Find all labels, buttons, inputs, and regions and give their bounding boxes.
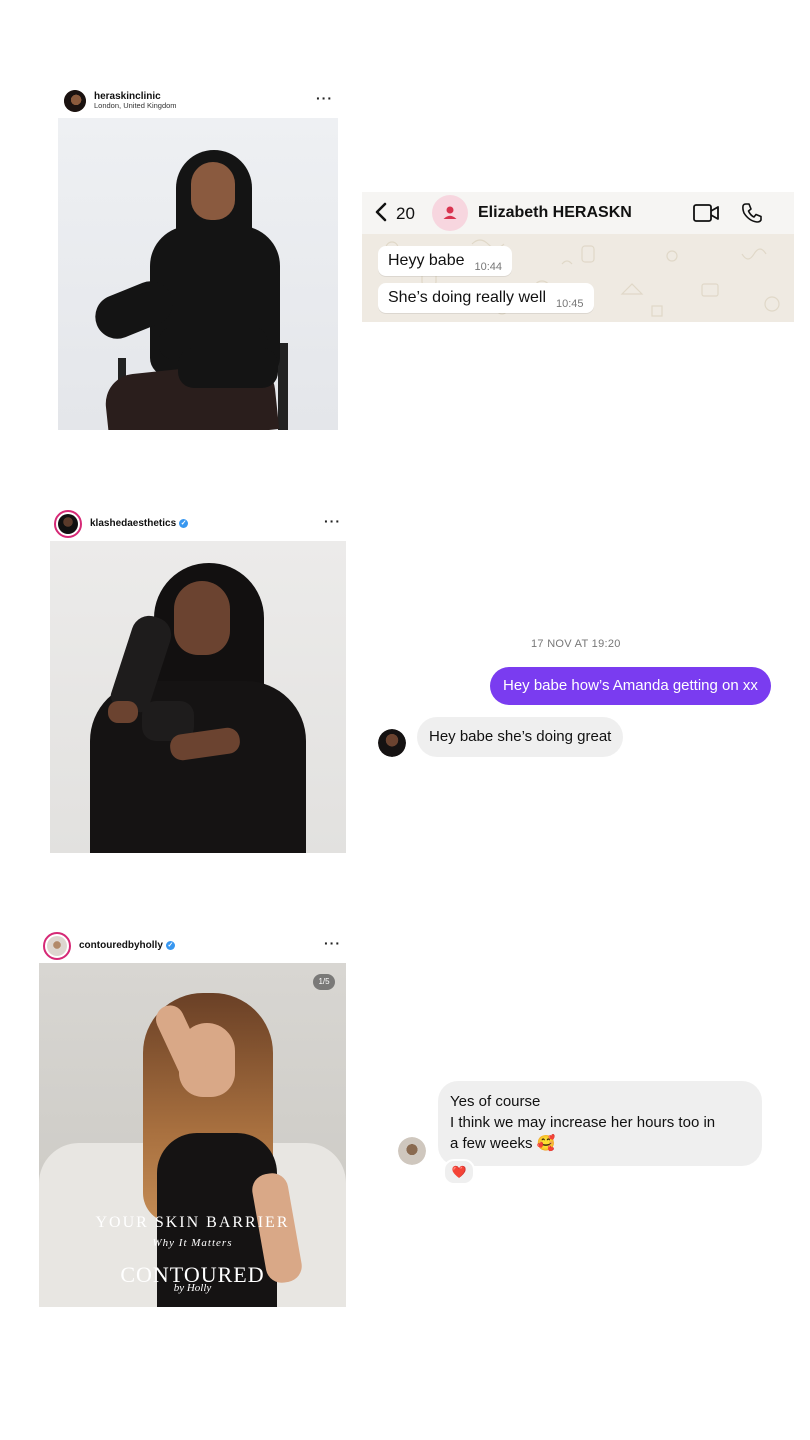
post2-handle-row: klashedaesthetics ✓ <box>90 518 189 529</box>
post2-photo <box>50 541 346 853</box>
wa-message-2[interactable]: She’s doing really well 10:45 <box>378 283 594 313</box>
dm1-date: 17 NOV AT 19:20 <box>531 638 621 650</box>
dm2-avatar[interactable] <box>398 1137 426 1165</box>
more-dots-icon[interactable]: ··· <box>324 935 341 951</box>
post2-header: klashedaesthetics ✓ <box>50 506 346 541</box>
back-chevron-icon[interactable] <box>374 201 388 228</box>
overlay-subtitle: Why It Matters <box>152 1237 233 1249</box>
whatsapp-chat: 20 Elizabeth HERASKN Heyy babe 10:44 She’… <box>362 192 794 322</box>
heart-reaction-icon[interactable]: ❤️ <box>443 1159 475 1185</box>
dm1-avatar[interactable] <box>378 729 406 757</box>
verified-badge-icon: ✓ <box>179 518 189 528</box>
post2-handle[interactable]: klashedaesthetics <box>90 518 176 529</box>
dm2-line-3: a few weeks 🥰 <box>450 1135 556 1152</box>
back-count[interactable]: 20 <box>396 204 415 224</box>
wa-message-2-time: 10:45 <box>556 298 584 310</box>
dm2-line-2: I think we may increase her hours too in <box>450 1114 716 1131</box>
wa-message-1-time: 10:44 <box>474 261 503 273</box>
phone-call-icon[interactable] <box>740 201 764 230</box>
post2-avatar[interactable] <box>54 509 82 538</box>
post1-header: heraskinclinic London, United Kingdom <box>58 84 338 118</box>
post3-handle-row: contouredbyholly ✓ <box>79 940 175 951</box>
overlay-title: YOUR SKIN BARRIER <box>95 1214 290 1231</box>
post3-header: contouredbyholly ✓ <box>39 928 346 963</box>
dm2-incoming-message[interactable]: Yes of course I think we may increase he… <box>438 1081 762 1166</box>
video-call-icon[interactable] <box>692 202 720 229</box>
reaction-emoji: ❤️ <box>451 1165 467 1179</box>
wa-message-1[interactable]: Heyy babe 10:44 <box>378 246 513 276</box>
wa-message-2-text: She’s doing really well <box>388 289 547 306</box>
wa-message-1-text: Heyy babe <box>388 252 465 269</box>
dm1-outgoing-message[interactable]: Hey babe how’s Amanda getting on xx <box>490 667 771 705</box>
overlay-script: by Holly <box>173 1282 212 1294</box>
post1-avatar[interactable] <box>64 90 86 112</box>
dm1-incoming-message[interactable]: Hey babe she’s doing great <box>417 717 624 757</box>
verified-badge-icon: ✓ <box>165 940 175 950</box>
page-counter-badge: 1/5 <box>313 974 335 990</box>
contact-name[interactable]: Elizabeth HERASKN <box>478 204 632 222</box>
page-counter: 1/5 <box>318 977 330 986</box>
post3-avatar[interactable] <box>43 931 71 960</box>
whatsapp-header: 20 Elizabeth HERASKN <box>362 192 794 234</box>
post3-handle[interactable]: contouredbyholly <box>79 940 163 951</box>
post1-photo <box>58 118 338 430</box>
more-dots-icon[interactable]: ··· <box>316 90 333 106</box>
post1-location[interactable]: London, United Kingdom <box>94 102 177 111</box>
more-dots-icon[interactable]: ··· <box>324 513 341 529</box>
dm2-line-1: Yes of course <box>450 1093 541 1110</box>
contact-avatar-icon[interactable] <box>432 195 468 231</box>
post3-photo: 1/5 YOUR SKIN BARRIER Why It Matters CON… <box>39 963 346 1307</box>
